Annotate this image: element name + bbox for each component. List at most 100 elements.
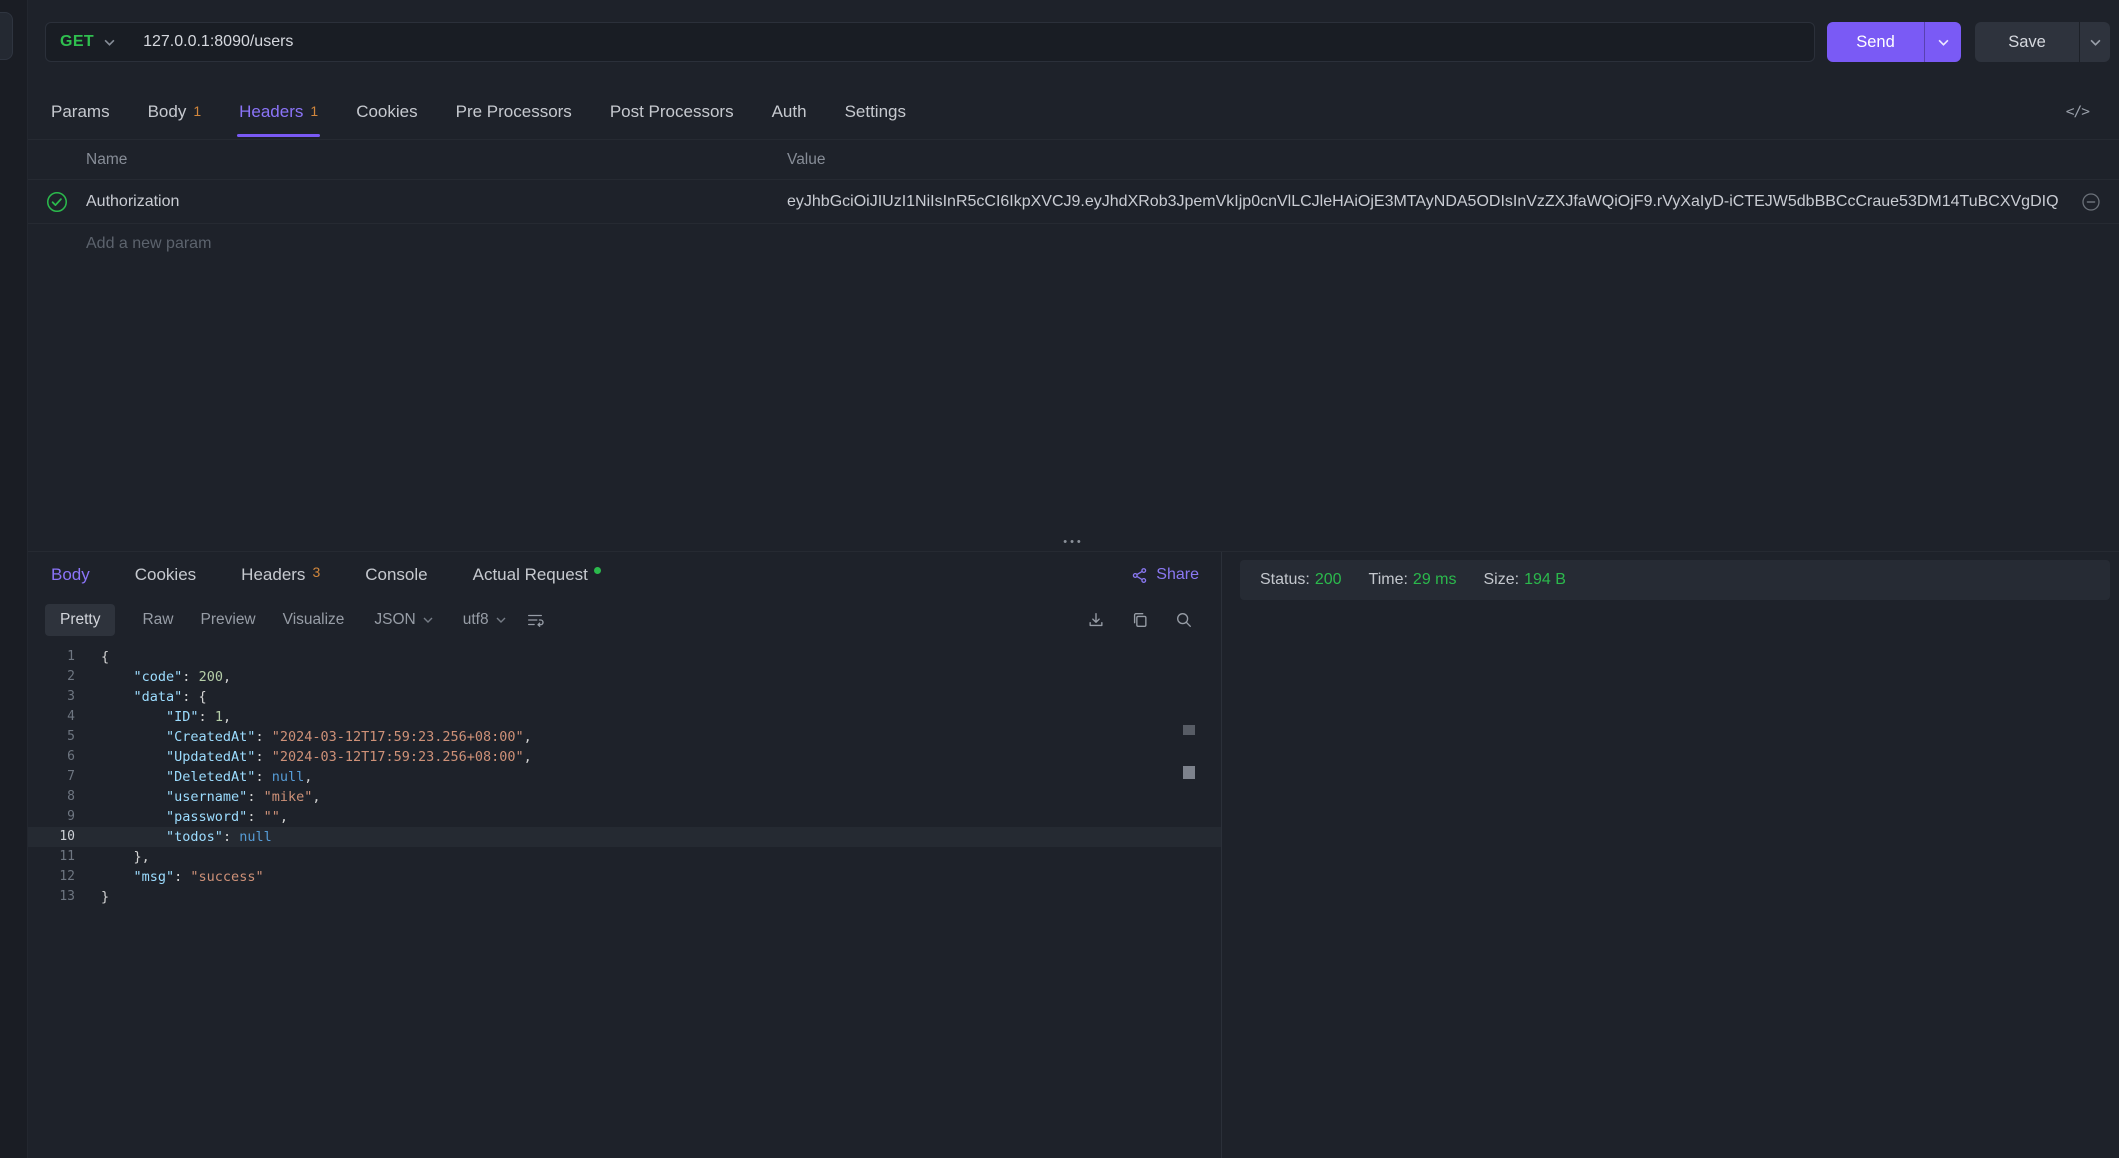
response-body-viewer[interactable]: 1{2 "code": 200,3 "data": {4 "ID": 1,5 "… — [28, 642, 1221, 1158]
response-tab-console[interactable]: Console — [365, 565, 427, 585]
response-section: Body Cookies Headers3 Console Actual Req… — [28, 551, 2119, 1158]
send-dropdown-button[interactable] — [1924, 22, 1961, 62]
code-line-12[interactable]: 12 "msg": "success" — [28, 867, 1221, 887]
code-line-5[interactable]: 5 "CreatedAt": "2024-03-12T17:59:23.256+… — [28, 727, 1221, 747]
request-tabs: Params Body1 Headers1 Cookies Pre Proces… — [28, 84, 2119, 140]
send-button[interactable]: Send — [1827, 22, 1924, 62]
time-item: Time: 29 ms — [1369, 571, 1457, 589]
pane-splitter[interactable]: ••• — [28, 533, 2119, 551]
save-split-button: Save — [1975, 22, 2110, 62]
code-line-8[interactable]: 8 "username": "mike", — [28, 787, 1221, 807]
tab-label: Cookies — [135, 565, 196, 585]
line-number: 10 — [28, 827, 75, 847]
response-view-toolbar: Pretty Raw Preview Visualize JSON utf8 — [28, 598, 1221, 642]
encoding-select[interactable]: utf8 — [463, 611, 506, 629]
tab-label: Pre Processors — [456, 102, 572, 122]
tab-count-badge: 1 — [310, 103, 318, 119]
main-panel: GET 127.0.0.1:8090/users Send Save Param… — [28, 0, 2119, 1158]
line-number: 9 — [28, 807, 75, 827]
headers-table-header: Name Value — [28, 140, 2119, 180]
add-param-row[interactable]: Add a new param — [28, 224, 2119, 264]
line-content: }, — [75, 847, 150, 867]
tab-label: Cookies — [356, 102, 417, 122]
code-view-icon[interactable]: </> — [2066, 104, 2089, 120]
splitter-handle-icon: ••• — [1063, 537, 1084, 548]
chevron-down-icon — [2090, 39, 2101, 46]
line-number: 7 — [28, 767, 75, 787]
send-split-button: Send — [1827, 22, 1961, 62]
line-content: "password": "", — [75, 807, 288, 827]
response-tab-headers[interactable]: Headers3 — [241, 565, 320, 585]
size-label: Size: — [1484, 571, 1520, 589]
response-time: 29 ms — [1413, 571, 1457, 589]
word-wrap-icon[interactable] — [526, 611, 544, 629]
remove-row-icon[interactable] — [2081, 192, 2101, 212]
tab-settings[interactable]: Settings — [845, 102, 906, 122]
tab-pre-processors[interactable]: Pre Processors — [456, 102, 572, 122]
status-label: Status: — [1260, 571, 1310, 589]
download-icon[interactable] — [1087, 611, 1105, 629]
tab-params[interactable]: Params — [51, 102, 110, 122]
response-tab-cookies[interactable]: Cookies — [135, 565, 196, 585]
code-line-3[interactable]: 3 "data": { — [28, 687, 1221, 707]
code-line-2[interactable]: 2 "code": 200, — [28, 667, 1221, 687]
tab-count-badge: 1 — [193, 103, 201, 119]
response-size: 194 B — [1524, 571, 1566, 589]
view-tab-visualize[interactable]: Visualize — [283, 611, 345, 629]
line-number: 13 — [28, 887, 75, 907]
tab-headers[interactable]: Headers1 — [239, 102, 318, 122]
line-content: } — [75, 887, 109, 907]
code-line-1[interactable]: 1{ — [28, 647, 1221, 667]
toolbar-right-icons — [1087, 611, 1193, 629]
chevron-down-icon — [496, 617, 506, 623]
sidebar-collapsed-handle[interactable] — [0, 12, 13, 60]
code-line-11[interactable]: 11 }, — [28, 847, 1221, 867]
url-input[interactable]: 127.0.0.1:8090/users — [129, 33, 293, 51]
tab-auth[interactable]: Auth — [772, 102, 807, 122]
enabled-check-icon[interactable] — [46, 191, 68, 213]
line-content: "username": "mike", — [75, 787, 321, 807]
code-line-4[interactable]: 4 "ID": 1, — [28, 707, 1221, 727]
copy-icon[interactable] — [1131, 611, 1149, 629]
request-bar: GET 127.0.0.1:8090/users Send Save — [28, 0, 2119, 84]
tab-body[interactable]: Body1 — [148, 102, 202, 122]
tab-count-badge: 3 — [312, 564, 320, 580]
code-line-7[interactable]: 7 "DeletedAt": null, — [28, 767, 1221, 787]
time-label: Time: — [1369, 571, 1408, 589]
code-line-13[interactable]: 13} — [28, 887, 1221, 907]
line-number: 11 — [28, 847, 75, 867]
url-box: GET 127.0.0.1:8090/users — [45, 22, 1815, 62]
save-dropdown-button[interactable] — [2079, 22, 2110, 62]
view-tab-preview[interactable]: Preview — [201, 611, 256, 629]
response-status-bar: Status: 200 Time: 29 ms Size: 194 B — [1240, 560, 2110, 600]
header-value-cell[interactable]: eyJhbGciOiJIUzI1NiIsInR5cCI6IkpXVCJ9.eyJ… — [787, 193, 2063, 211]
method-select[interactable]: GET — [46, 23, 129, 61]
header-row-authorization: Authorization eyJhbGciOiJIUzI1NiIsInR5cC… — [28, 180, 2119, 224]
line-number: 12 — [28, 867, 75, 887]
header-name-cell[interactable]: Authorization — [86, 193, 787, 211]
line-content: "todos": null — [75, 827, 272, 847]
tab-post-processors[interactable]: Post Processors — [610, 102, 734, 122]
share-button[interactable]: Share — [1131, 566, 1199, 584]
code-line-10[interactable]: 10 "todos": null — [28, 827, 1221, 847]
app-root: GET 127.0.0.1:8090/users Send Save Param… — [0, 0, 2119, 1158]
share-icon — [1131, 567, 1148, 584]
tab-label: Body — [51, 565, 90, 585]
modified-dot — [594, 567, 601, 574]
view-tab-raw[interactable]: Raw — [142, 611, 173, 629]
format-select[interactable]: JSON — [374, 611, 432, 629]
response-tab-body[interactable]: Body — [51, 565, 90, 585]
tab-cookies[interactable]: Cookies — [356, 102, 417, 122]
save-button[interactable]: Save — [1975, 22, 2079, 62]
line-number: 5 — [28, 727, 75, 747]
tab-label: Params — [51, 102, 110, 122]
view-tab-pretty[interactable]: Pretty — [45, 604, 115, 636]
response-tab-actual-request[interactable]: Actual Request — [473, 565, 601, 585]
line-content: "UpdatedAt": "2024-03-12T17:59:23.256+08… — [75, 747, 532, 767]
line-number: 8 — [28, 787, 75, 807]
search-icon[interactable] — [1175, 611, 1193, 629]
response-meta-pane: Status: 200 Time: 29 ms Size: 194 B — [1222, 552, 2119, 1158]
code-line-9[interactable]: 9 "password": "", — [28, 807, 1221, 827]
code-line-6[interactable]: 6 "UpdatedAt": "2024-03-12T17:59:23.256+… — [28, 747, 1221, 767]
line-number: 2 — [28, 667, 75, 687]
